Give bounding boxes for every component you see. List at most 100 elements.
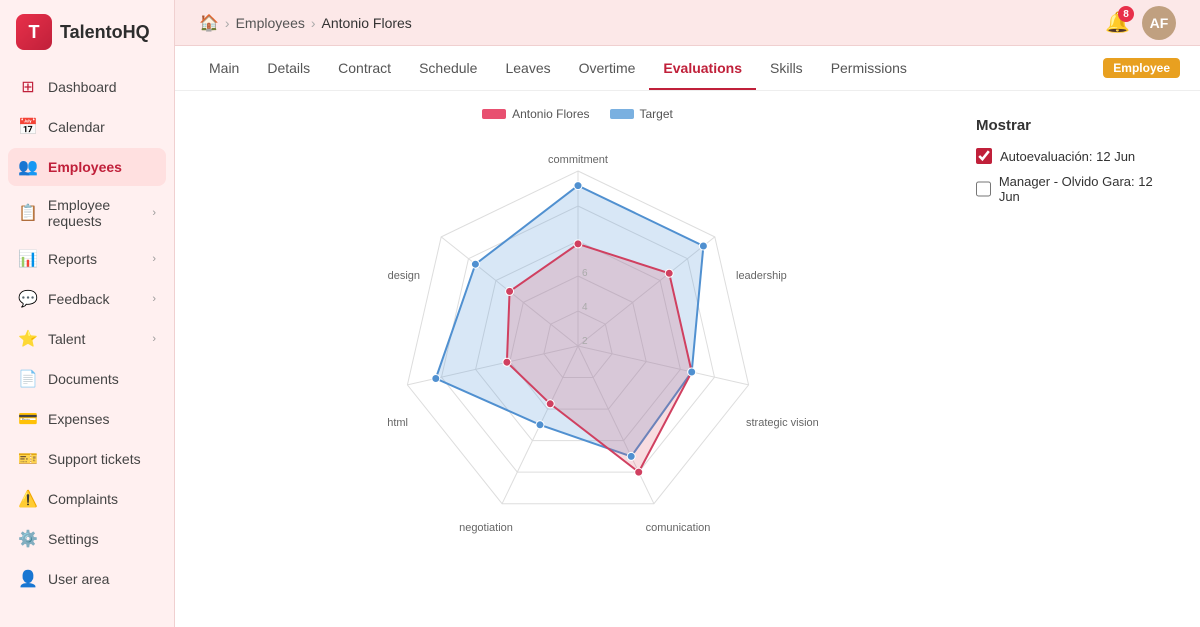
legend-item-series2: Target	[610, 107, 673, 121]
sidebar-item-employee-requests[interactable]: 📋 Employee requests ›	[8, 188, 166, 238]
legend-item-series1: Antonio Flores	[482, 107, 589, 121]
check-label-autoevaluacion: Autoevaluación: 12 Jun	[1000, 149, 1135, 164]
chart-area: Antonio Flores Target	[195, 107, 960, 595]
axis-label-leadership: leadership	[736, 270, 787, 282]
sidebar-item-label: User area	[48, 571, 109, 587]
axis-label-strategic-vision: strategic vision	[746, 417, 818, 429]
tab-leaves[interactable]: Leaves	[491, 46, 564, 90]
logo[interactable]: T TalentoHQ	[0, 0, 174, 64]
dashboard-icon: ⊞	[18, 77, 38, 97]
sidebar-item-dashboard[interactable]: ⊞ Dashboard	[8, 68, 166, 106]
chart-legend: Antonio Flores Target	[482, 107, 673, 121]
check-autoevaluacion[interactable]: Autoevaluación: 12 Jun	[976, 148, 1164, 164]
check-label-manager: Manager - Olvido Gara: 12 Jun	[999, 174, 1164, 204]
notification-badge: 8	[1118, 6, 1134, 22]
axis-label-negotiation: negotiation	[459, 522, 513, 534]
breadcrumb-sep2: ›	[311, 15, 316, 31]
content-area: Main Details Contract Schedule Leaves Ov…	[175, 46, 1200, 627]
breadcrumb-sep: ›	[225, 15, 230, 31]
header-right: 🔔 8 AF	[1105, 6, 1176, 40]
tab-main[interactable]: Main	[195, 46, 253, 90]
sidebar-item-support-tickets[interactable]: 🎫 Support tickets	[8, 440, 166, 478]
chevron-icon: ›	[152, 207, 156, 219]
grid-label-2: 2	[582, 336, 588, 347]
sidebar-item-calendar[interactable]: 📅 Calendar	[8, 108, 166, 146]
sidebar-item-user-area[interactable]: 👤 User area	[8, 560, 166, 598]
sidebar-item-label: Documents	[48, 371, 119, 387]
user-area-icon: 👤	[18, 569, 38, 589]
grid-label-4: 4	[582, 302, 588, 313]
chevron-icon: ›	[152, 253, 156, 265]
sidebar-item-label: Employees	[48, 159, 122, 175]
documents-icon: 📄	[18, 369, 38, 389]
axis-label-design: design	[387, 270, 419, 282]
employee-requests-icon: 📋	[18, 203, 38, 223]
complaints-icon: ⚠️	[18, 489, 38, 509]
avatar[interactable]: AF	[1142, 6, 1176, 40]
notification-button[interactable]: 🔔 8	[1105, 10, 1130, 35]
header: 🏠 › Employees › Antonio Flores 🔔 8 AF	[175, 0, 1200, 46]
logo-hq: HQ	[123, 22, 150, 42]
legend-label-series1: Antonio Flores	[512, 107, 589, 121]
sidebar-item-label: Reports	[48, 251, 97, 267]
feedback-icon: 💬	[18, 289, 38, 309]
employees-icon: 👥	[18, 157, 38, 177]
expenses-icon: 💳	[18, 409, 38, 429]
radar-svg: .grid-line { stroke: #ddd; stroke-width:…	[338, 131, 818, 561]
breadcrumb-employees[interactable]: Employees	[236, 15, 305, 31]
breadcrumb-current: Antonio Flores	[322, 15, 412, 31]
legend-label-series2: Target	[640, 107, 673, 121]
talent-icon: ⭐	[18, 329, 38, 349]
sidebar-item-reports[interactable]: 📊 Reports ›	[8, 240, 166, 278]
tab-overtime[interactable]: Overtime	[565, 46, 650, 90]
sidebar-item-label: Calendar	[48, 119, 105, 135]
sidebar-item-label: Complaints	[48, 491, 118, 507]
main-area: 🏠 › Employees › Antonio Flores 🔔 8 AF Ma…	[175, 0, 1200, 627]
legend-color-blue	[610, 109, 634, 119]
checkbox-manager[interactable]	[976, 181, 991, 197]
mostrar-title: Mostrar	[976, 117, 1164, 134]
settings-icon: ⚙️	[18, 529, 38, 549]
tab-schedule[interactable]: Schedule	[405, 46, 491, 90]
breadcrumb: 🏠 › Employees › Antonio Flores	[199, 13, 412, 33]
sidebar: T TalentoHQ ⊞ Dashboard 📅 Calendar 👥 Emp…	[0, 0, 175, 627]
logo-talent: Talento	[60, 22, 123, 42]
mostrar-panel: Mostrar Autoevaluación: 12 Jun Manager -…	[960, 107, 1180, 595]
tab-evaluations[interactable]: Evaluations	[649, 46, 756, 90]
sidebar-item-settings[interactable]: ⚙️ Settings	[8, 520, 166, 558]
employee-badge: Employee	[1103, 58, 1180, 78]
sidebar-item-employees[interactable]: 👥 Employees	[8, 148, 166, 186]
chevron-icon: ›	[152, 293, 156, 305]
sidebar-item-label: Employee requests	[48, 197, 142, 229]
tab-contract[interactable]: Contract	[324, 46, 405, 90]
axis-label-html: html	[387, 417, 408, 429]
reports-icon: 📊	[18, 249, 38, 269]
home-icon[interactable]: 🏠	[199, 13, 219, 33]
sidebar-item-expenses[interactable]: 💳 Expenses	[8, 400, 166, 438]
chevron-icon: ›	[152, 333, 156, 345]
axis-label-comunication: comunication	[645, 522, 710, 534]
sidebar-item-complaints[interactable]: ⚠️ Complaints	[8, 480, 166, 518]
legend-color-red	[482, 109, 506, 119]
tab-details[interactable]: Details	[253, 46, 324, 90]
axis-label-commitment: commitment	[548, 154, 608, 166]
support-icon: 🎫	[18, 449, 38, 469]
sidebar-item-label: Talent	[48, 331, 85, 347]
radar-chart: .grid-line { stroke: #ddd; stroke-width:…	[338, 131, 818, 561]
checkbox-autoevaluacion[interactable]	[976, 148, 992, 164]
grid-label-6: 6	[582, 268, 588, 279]
sidebar-nav: ⊞ Dashboard 📅 Calendar 👥 Employees 📋 Emp…	[0, 68, 174, 627]
sidebar-item-label: Support tickets	[48, 451, 141, 467]
eval-content: Antonio Flores Target	[175, 91, 1200, 611]
sidebar-item-documents[interactable]: 📄 Documents	[8, 360, 166, 398]
logo-text: TalentoHQ	[60, 22, 150, 43]
sidebar-item-talent[interactable]: ⭐ Talent ›	[8, 320, 166, 358]
sidebar-item-label: Expenses	[48, 411, 109, 427]
tab-permissions[interactable]: Permissions	[817, 46, 921, 90]
tab-skills[interactable]: Skills	[756, 46, 817, 90]
sidebar-item-label: Dashboard	[48, 79, 117, 95]
check-manager[interactable]: Manager - Olvido Gara: 12 Jun	[976, 174, 1164, 204]
sidebar-item-label: Settings	[48, 531, 99, 547]
calendar-icon: 📅	[18, 117, 38, 137]
sidebar-item-feedback[interactable]: 💬 Feedback ›	[8, 280, 166, 318]
